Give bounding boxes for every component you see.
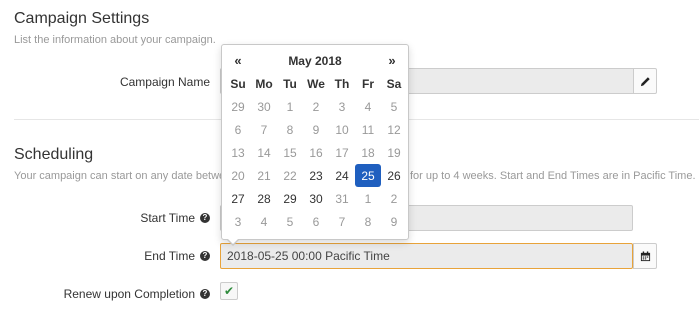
day-cell[interactable]: 11 [355,118,381,141]
day-cell[interactable]: 30 [251,95,277,118]
day-cell[interactable]: 1 [277,95,303,118]
end-time-input[interactable]: 2018-05-25 00:00 Pacific Time [220,243,633,269]
weekday-header: Sa [386,76,402,91]
next-month-button[interactable]: » [382,53,402,68]
day-cell[interactable]: 1 [355,187,381,210]
renew-checkbox[interactable]: ✔ [220,282,238,300]
day-cell[interactable]: 16 [303,141,329,164]
end-time-label: End Time ? [144,249,210,263]
day-cell[interactable]: 20 [225,164,251,187]
day-cell[interactable]: 12 [381,118,407,141]
start-time-label-text: Start Time [140,211,195,225]
question-circle-icon[interactable]: ? [200,213,210,223]
day-cell[interactable]: 5 [277,210,303,233]
calendar-button[interactable] [633,243,657,269]
question-circle-icon[interactable]: ? [200,289,210,299]
day-cell[interactable]: 17 [329,141,355,164]
weekday-header: Th [334,76,350,91]
day-cell[interactable]: 8 [355,210,381,233]
day-cell[interactable]: 4 [251,210,277,233]
start-time-label: Start Time ? [140,211,210,225]
checkmark-icon: ✔ [223,284,235,298]
weekday-header: Tu [283,76,297,91]
day-cell[interactable]: 19 [381,141,407,164]
day-cell[interactable]: 8 [277,118,303,141]
day-cell[interactable]: 18 [355,141,381,164]
day-cell[interactable]: 7 [251,118,277,141]
weekday-header: Fr [362,76,374,91]
day-cell[interactable]: 3 [329,95,355,118]
day-cell[interactable]: 30 [303,187,329,210]
day-cell[interactable]: 22 [277,164,303,187]
weekday-header: We [307,76,325,91]
prev-month-button[interactable]: « [228,53,248,68]
day-cell[interactable]: 23 [303,164,329,187]
campaign-name-label: Campaign Name [120,75,210,89]
weekday-header: Mo [255,76,273,91]
day-cell-selected[interactable]: 25 [355,164,381,187]
datepicker-header: « May 2018 » [222,53,408,71]
month-title[interactable]: May 2018 [262,54,368,68]
day-cell[interactable]: 14 [251,141,277,164]
scheduling-description-left: Your campaign can start on any date betw… [14,170,226,182]
day-cell[interactable]: 13 [225,141,251,164]
day-cell[interactable]: 9 [381,210,407,233]
day-cell[interactable]: 7 [329,210,355,233]
day-cell[interactable]: 2 [381,187,407,210]
renew-label: Renew upon Completion ? [64,287,210,301]
day-cell[interactable]: 24 [329,164,355,187]
day-cell[interactable]: 26 [381,164,407,187]
day-cell[interactable]: 3 [225,210,251,233]
datepicker-grid: Su Mo Tu We Th Fr Sa 29 30 1 2 3 4 5 6 7 8 9 10 11 12 13 14 15 1… [225,72,407,233]
day-cell[interactable]: 27 [225,187,251,210]
end-time-label-text: End Time [144,249,195,263]
calendar-icon [640,250,650,261]
day-cell[interactable]: 4 [355,95,381,118]
question-circle-icon[interactable]: ? [200,251,210,261]
day-cell[interactable]: 2 [303,95,329,118]
day-cell[interactable]: 29 [277,187,303,210]
edit-button[interactable] [633,68,657,94]
day-cell[interactable]: 6 [225,118,251,141]
weekday-header: Su [230,76,246,91]
campaign-settings-description: List the information about your campaign… [14,34,216,46]
day-cell[interactable]: 10 [329,118,355,141]
day-cell[interactable]: 5 [381,95,407,118]
day-cell[interactable]: 15 [277,141,303,164]
day-cell[interactable]: 29 [225,95,251,118]
renew-label-text: Renew upon Completion [63,287,195,301]
campaign-settings-title: Campaign Settings [14,10,150,27]
pencil-icon [640,76,650,86]
day-cell[interactable]: 6 [303,210,329,233]
day-cell[interactable]: 9 [303,118,329,141]
scheduling-description-right: for up to 4 weeks. Start and End Times a… [410,170,696,182]
day-cell[interactable]: 21 [251,164,277,187]
scheduling-title: Scheduling [14,146,94,163]
day-cell[interactable]: 28 [251,187,277,210]
day-cell[interactable]: 31 [329,187,355,210]
datepicker-pointer [226,238,240,246]
datepicker-popup: « May 2018 » Su Mo Tu We Th Fr Sa 29 30 1 2 3 4 5 6 7 8 9… [221,44,409,246]
campaign-name-label-text: Campaign Name [119,75,210,89]
